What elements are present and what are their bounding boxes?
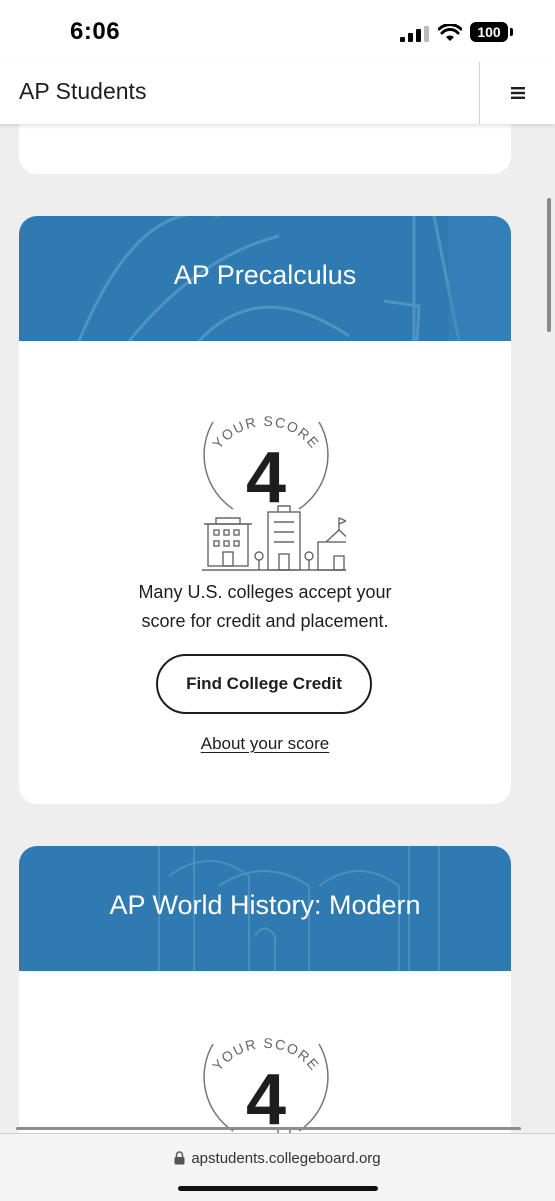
hamburger-menu-icon (510, 87, 525, 99)
card-title: AP Precalculus (173, 260, 357, 290)
find-college-credit-button[interactable]: Find College Credit (156, 654, 372, 714)
status-time: 6:06 (70, 18, 121, 45)
page-scrollbar[interactable] (547, 198, 551, 332)
battery-level: 100 (470, 22, 508, 42)
home-indicator[interactable] (178, 1186, 378, 1191)
site-title[interactable]: AP Students (19, 78, 146, 105)
card-banner: AP World History: Modern (19, 846, 511, 971)
score-description-line2: score for credit and placement. (141, 611, 389, 631)
score-description-line1: Many U.S. colleges accept your (138, 582, 392, 602)
url-text: apstudents.collegeboard.org (191, 1150, 381, 1167)
score-badge: YOUR SCORE 4 (202, 413, 346, 571)
about-your-score-link[interactable]: About your score (19, 734, 511, 754)
menu-button[interactable] (480, 62, 555, 124)
lock-icon (174, 1151, 185, 1165)
wifi-icon (438, 24, 462, 41)
site-header: AP Students (0, 62, 555, 124)
toolbar-separator (16, 1127, 521, 1130)
score-card-precalculus: AP Precalculus YOUR SCORE 4 Many U.S. co… (19, 216, 511, 804)
cellular-signal-icon (400, 26, 429, 42)
score-description: Many U.S. colleges accept your score for… (59, 578, 471, 636)
url-display[interactable]: apstudents.collegeboard.org (0, 1150, 555, 1167)
status-bar: 6:06 100 (0, 0, 555, 62)
battery-icon: 100 (470, 22, 514, 44)
browser-address-bar[interactable]: apstudents.collegeboard.org (0, 1133, 555, 1201)
card-banner: AP Precalculus (19, 216, 511, 341)
card-title: AP World History: Modern (109, 890, 421, 920)
